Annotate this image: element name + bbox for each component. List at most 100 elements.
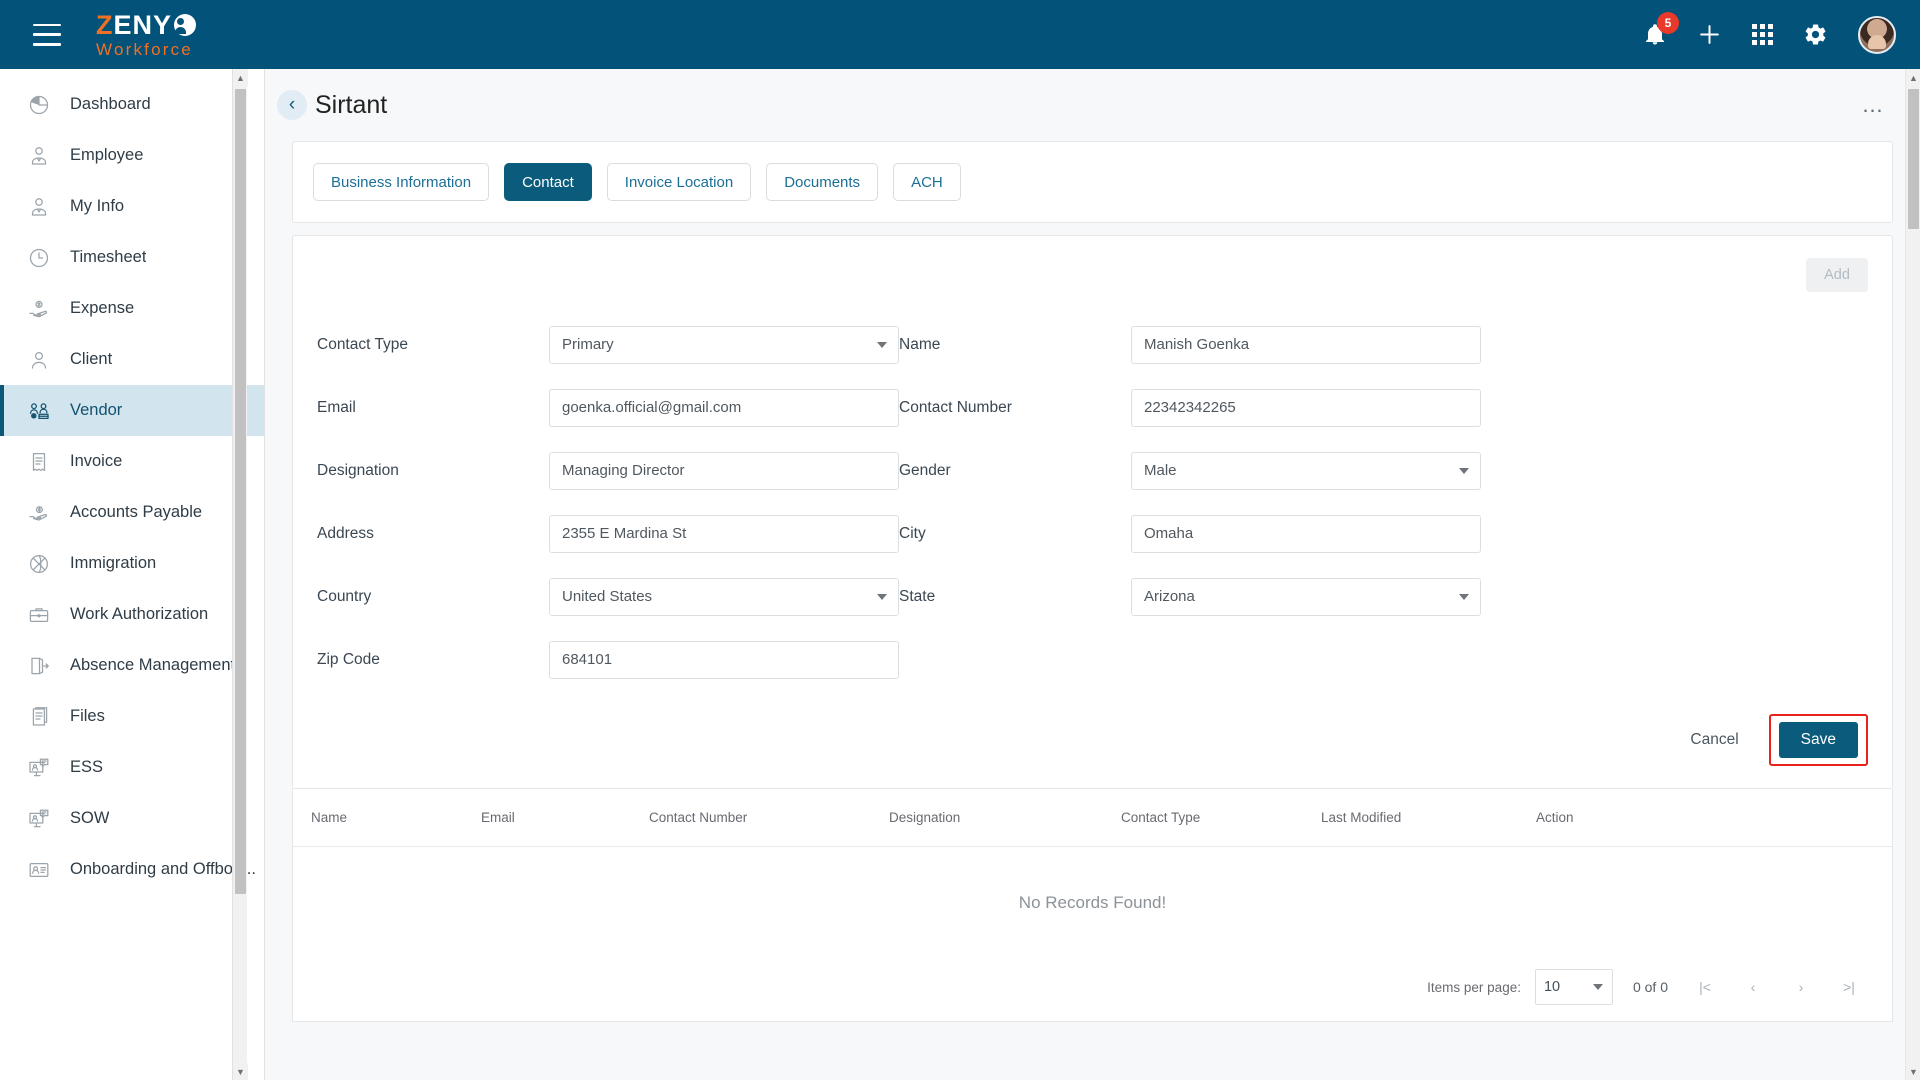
control-wrap — [1131, 371, 1481, 434]
table-empty-message: No Records Found! — [1018, 893, 1167, 912]
tab-contact[interactable]: Contact — [504, 163, 592, 201]
last-page-button[interactable]: >| — [1832, 970, 1866, 1004]
tab-invoice-location[interactable]: Invoice Location — [606, 163, 752, 201]
label-name: Name — [899, 335, 941, 353]
contacts-table-card: Name Email Contact Number Designation Contac… — [292, 789, 1893, 1022]
pagination-range-label: 0 of 0 — [1632, 979, 1668, 995]
contact-type-select[interactable]: Primary — [549, 325, 899, 364]
header-actions: 5 — [1643, 12, 1896, 54]
column-header-action: Action — [1536, 810, 1574, 825]
save-button[interactable]: Save — [1778, 722, 1858, 758]
tab-documents[interactable]: Documents — [766, 163, 879, 201]
sidebar-item-work-authorization[interactable]: Work Authorization — [0, 589, 264, 640]
previous-page-button[interactable]: ‹ — [1736, 970, 1770, 1004]
page-size-select[interactable]: 10 — [1534, 969, 1613, 1005]
brand-logo[interactable]: Z ENY Workforce — [96, 11, 197, 59]
more-options-ellipsis-icon[interactable]: … — [1856, 88, 1890, 122]
add-button[interactable]: Add — [1806, 258, 1868, 292]
control-wrap — [549, 434, 899, 497]
label-city: City — [899, 524, 926, 542]
sidebar-item-invoice[interactable]: Invoice — [0, 436, 264, 487]
chevron-down-icon — [1592, 984, 1603, 990]
city-input[interactable] — [1131, 514, 1481, 553]
sidebar-item-sow[interactable]: SOW — [0, 793, 264, 844]
sidebar-scroll-thumb[interactable] — [235, 89, 246, 894]
sidebar-item-client[interactable]: Client — [0, 334, 264, 385]
state-select[interactable]: Arizona — [1131, 577, 1481, 616]
add-plus-icon[interactable] — [1697, 22, 1722, 47]
sidebar-item-absence-management[interactable]: Absence Management — [0, 640, 264, 691]
user-avatar[interactable] — [1858, 15, 1896, 54]
sidebar-item-vendor[interactable]: Vendor — [0, 385, 264, 436]
sidebar-item-files[interactable]: Files — [0, 691, 264, 742]
brand-logo-subtitle: Workforce — [96, 39, 193, 59]
contact-number-input[interactable] — [1131, 388, 1481, 427]
sidebar-item-immigration[interactable]: Immigration — [0, 538, 264, 589]
main-scroll-up-icon[interactable]: ▲ — [1906, 69, 1920, 86]
main-scroll-thumb[interactable] — [1908, 89, 1919, 229]
form-actions-row: Cancel Save — [317, 686, 1868, 788]
contact-form-card: Add Contact TypePrimaryNameEmailContact … — [292, 235, 1893, 789]
sidebar-item-ess[interactable]: ESS — [0, 742, 264, 793]
cancel-button[interactable]: Cancel — [1674, 721, 1754, 759]
top-header-bar: Z ENY Workforce 5 — [0, 0, 1920, 69]
gender-select[interactable]: Male — [1131, 451, 1481, 490]
tab-business-information[interactable]: Business Information — [313, 163, 490, 201]
monitor-chat-icon — [24, 807, 54, 831]
back-chevron-left-icon[interactable]: ‹ — [277, 90, 307, 120]
sidebar-item-label: Work Authorization — [70, 605, 209, 623]
settings-gear-icon[interactable] — [1803, 22, 1828, 47]
main-scroll-down-icon[interactable]: ▼ — [1906, 1063, 1920, 1080]
sidebar-item-employee[interactable]: Employee — [0, 130, 264, 181]
brand-person-mark-icon — [174, 14, 197, 36]
table-paginator: Items per page: 10 0 of 0 |< ‹ › >| — [293, 959, 1892, 1021]
name-input[interactable] — [1131, 325, 1481, 364]
label-contact-type: Contact Type — [317, 335, 409, 353]
pie-chart-icon — [24, 93, 54, 117]
designation-input[interactable] — [549, 451, 899, 490]
monitor-chat-icon — [24, 756, 54, 780]
control-wrap — [1131, 308, 1481, 371]
apps-grid-icon[interactable] — [1752, 24, 1773, 45]
column-header-name: Name — [311, 810, 348, 825]
vendor-icon — [24, 399, 54, 423]
id-card-icon — [24, 858, 54, 882]
sidebar-item-my-info[interactable]: My Info — [0, 181, 264, 232]
save-button-highlight-box: Save — [1768, 714, 1868, 766]
sidebar-item-timesheet[interactable]: Timesheet — [0, 232, 264, 283]
column-header-last-modified: Last Modified — [1321, 810, 1402, 825]
gender-select-value: Male — [1144, 462, 1177, 479]
zip-code-input[interactable] — [549, 640, 899, 679]
hamburger-menu-icon[interactable] — [33, 23, 61, 46]
sidebar-item-label: My Info — [70, 197, 125, 215]
sidebar-nav-list: Dashboard Employee My Info Timesheet Expense… — [0, 69, 264, 895]
control-wrap: Arizona — [1131, 560, 1481, 623]
country-select[interactable]: United States — [549, 577, 899, 616]
main-scrollbar[interactable]: ▲ ▼ — [1905, 69, 1920, 1080]
control-wrap: Male — [1131, 434, 1481, 497]
label-designation: Designation — [317, 461, 399, 479]
next-page-button[interactable]: › — [1784, 970, 1818, 1004]
invoice-icon — [24, 450, 54, 474]
label-country: Country — [317, 587, 372, 605]
sidebar-item-label: Vendor — [70, 401, 123, 419]
sidebar-item-onboarding-and-offboa[interactable]: Onboarding and Offboa... — [0, 844, 264, 895]
tab-ach[interactable]: ACH — [893, 163, 961, 201]
sidebar-item-dashboard[interactable]: Dashboard — [0, 79, 264, 130]
sidebar-item-label: Onboarding and Offboa... — [70, 860, 256, 878]
notifications-bell-icon[interactable]: 5 — [1643, 12, 1679, 47]
email-input[interactable] — [549, 388, 899, 427]
sidebar-item-label: Files — [70, 707, 105, 725]
control-wrap: United States — [549, 560, 899, 623]
address-input[interactable] — [549, 514, 899, 553]
sidebar-scroll-down-icon[interactable]: ▼ — [233, 1063, 248, 1080]
first-page-button[interactable]: |< — [1688, 970, 1722, 1004]
documents-icon — [24, 705, 54, 729]
sidebar-item-accounts-payable[interactable]: Accounts Payable — [0, 487, 264, 538]
table-header-row: Name Email Contact Number Designation Contac… — [293, 789, 1892, 847]
sidebar-item-expense[interactable]: Expense — [0, 283, 264, 334]
sidebar-scroll-up-icon[interactable]: ▲ — [233, 69, 248, 86]
label-email: Email — [317, 398, 356, 416]
sidebar-scrollbar[interactable]: ▲ ▼ — [232, 69, 248, 1080]
main-content-area: ‹ Sirtant … Business Information Contact I… — [265, 69, 1920, 1080]
